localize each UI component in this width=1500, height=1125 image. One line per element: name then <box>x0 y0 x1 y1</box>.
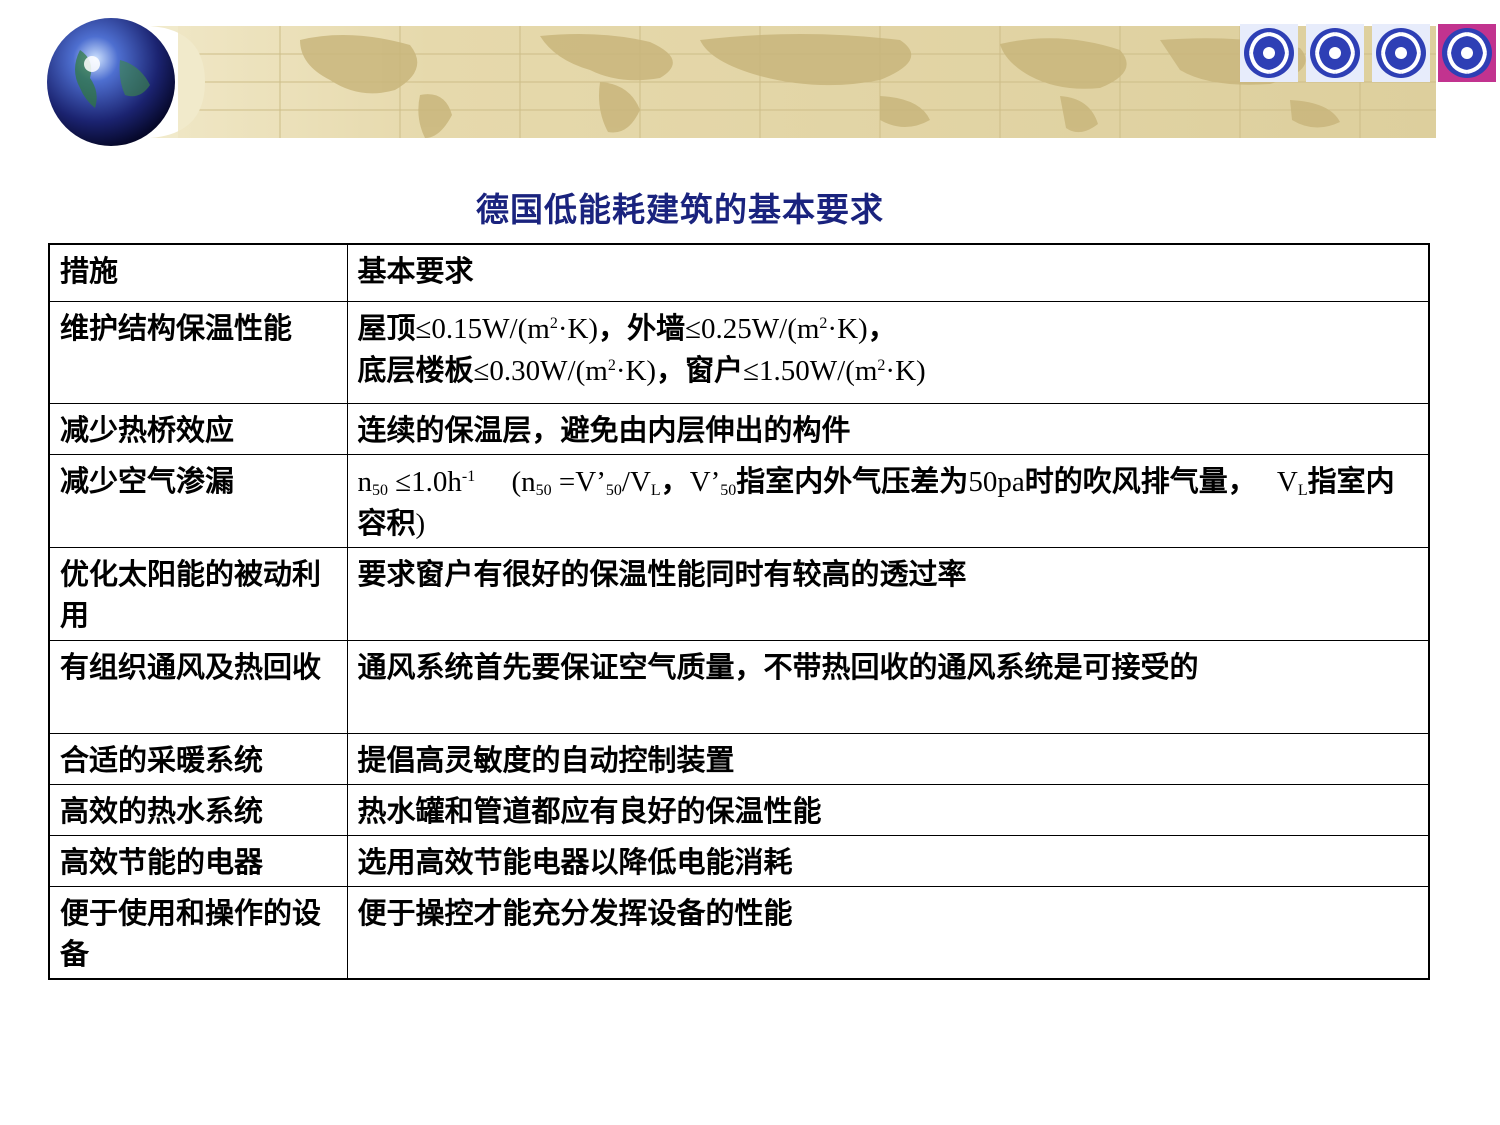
table-row: 维护结构保温性能 屋顶≤0.15W/(m2·K)，外墙≤0.25W/(m2·K)… <box>48 300 1430 404</box>
measure-cell: 高效节能的电器 <box>48 834 348 887</box>
limit-value: ≤1.0h <box>388 465 462 498</box>
wall-label: ，外墙 <box>598 310 686 345</box>
n-symbol: n <box>357 465 373 498</box>
header-measure: 措施 <box>48 243 348 302</box>
exponent: 2 <box>549 314 558 332</box>
subscript: 50 <box>535 481 552 499</box>
formula-slash: /V <box>621 465 651 498</box>
v-symbol: V <box>1276 465 1298 498</box>
formula-open: (n <box>511 465 536 498</box>
measure-cell: 减少空气渗漏 <box>48 453 348 548</box>
measure-cell: 有组织通风及热回收 <box>48 639 348 734</box>
window-label: ，窗户 <box>656 352 744 387</box>
pressure-value: 50pa <box>968 465 1025 498</box>
subscript: L <box>1297 481 1308 499</box>
requirement-cell: 要求窗户有很好的保温性能同时有较高的透过率 <box>346 546 1430 641</box>
table-row: 合适的采暖系统 提倡高灵敏度的自动控制装置 <box>48 732 1430 785</box>
measure-cell: 合适的采暖系统 <box>48 732 348 785</box>
header-banner <box>0 0 1500 150</box>
requirement-cell: 选用高效节能电器以降低电能消耗 <box>346 834 1430 887</box>
swirl-icon[interactable] <box>1240 24 1298 82</box>
page-title: 德国低能耗建筑的基本要求 <box>476 190 884 229</box>
exponent: 2 <box>607 356 616 374</box>
wall-unit: ·K) <box>827 312 868 345</box>
roof-value: ≤0.15W/(m <box>415 312 550 345</box>
table-row: 减少空气渗漏 n50 ≤1.0h-1 (n50 =V’50/VL，V’50指室内… <box>48 453 1430 548</box>
floor-label: 底层楼板 <box>357 352 474 387</box>
requirement-cell: 热水罐和管道都应有良好的保温性能 <box>346 783 1430 836</box>
header-requirement: 基本要求 <box>346 243 1430 302</box>
table-row: 有组织通风及热回收 通风系统首先要保证空气质量，不带热回收的通风系统是可接受的 <box>48 639 1430 734</box>
measure-cell: 维护结构保温性能 <box>48 300 348 404</box>
requirement-cell: 连续的保温层，避免由内层伸出的构件 <box>346 402 1430 455</box>
table-row: 高效的热水系统 热水罐和管道都应有良好的保温性能 <box>48 783 1430 836</box>
world-map-banner <box>47 0 1496 150</box>
measure-cell: 高效的热水系统 <box>48 783 348 836</box>
floor-unit: ·K) <box>615 354 657 387</box>
globe-icon <box>47 18 175 146</box>
separator: ， <box>867 310 897 345</box>
table-row: 高效节能的电器 选用高效节能电器以降低电能消耗 <box>48 834 1430 887</box>
formula-equals: =V’ <box>551 465 606 498</box>
superscript: -1 <box>461 467 476 485</box>
window-unit: ·K) <box>885 354 926 387</box>
measure-cell: 便于使用和操作的设备 <box>48 885 348 980</box>
requirement-cell: 屋顶≤0.15W/(m2·K)，外墙≤0.25W/(m2·K)， 底层楼板≤0.… <box>346 300 1430 404</box>
table-header-row: 措施 基本要求 <box>48 243 1430 302</box>
table-row: 优化太阳能的被动利用 要求窗户有很好的保温性能同时有较高的透过率 <box>48 546 1430 641</box>
separator: ， <box>660 463 690 498</box>
definition-text: 时的吹风排气量， <box>1024 463 1257 498</box>
requirement-cell: 便于操控才能充分发挥设备的性能 <box>346 885 1430 980</box>
subscript: 50 <box>605 481 622 499</box>
floor-value: ≤0.30W/(m <box>473 354 608 387</box>
v-symbol: V’ <box>689 465 721 498</box>
swirl-icon-active[interactable] <box>1438 24 1496 82</box>
roof-unit: ·K) <box>557 312 599 345</box>
subscript: 50 <box>720 481 737 499</box>
table-row: 便于使用和操作的设备 便于操控才能充分发挥设备的性能 <box>48 885 1430 980</box>
requirement-cell: 通风系统首先要保证空气质量，不带热回收的通风系统是可接受的 <box>346 639 1430 734</box>
subscript: 50 <box>372 481 388 499</box>
wall-value: ≤0.25W/(m <box>685 312 820 345</box>
requirements-table: 措施 基本要求 维护结构保温性能 屋顶≤0.15W/(m2·K)，外墙≤0.25… <box>48 243 1430 980</box>
subscript: L <box>650 481 661 499</box>
window-value: ≤1.50W/(m <box>743 354 878 387</box>
measure-cell: 优化太阳能的被动利用 <box>48 546 348 641</box>
requirement-cell: n50 ≤1.0h-1 (n50 =V’50/VL，V’50指室内外气压差为50… <box>346 453 1430 548</box>
requirement-cell: 提倡高灵敏度的自动控制装置 <box>346 732 1430 785</box>
swirl-icon[interactable] <box>1372 24 1430 82</box>
measure-cell: 减少热桥效应 <box>48 402 348 455</box>
definition-text: 指室内外气压差为 <box>736 463 969 498</box>
table-row: 减少热桥效应 连续的保温层，避免由内层伸出的构件 <box>48 402 1430 455</box>
formula-close: ) <box>415 507 426 540</box>
roof-label: 屋顶 <box>357 310 416 345</box>
swirl-icon[interactable] <box>1306 24 1364 82</box>
